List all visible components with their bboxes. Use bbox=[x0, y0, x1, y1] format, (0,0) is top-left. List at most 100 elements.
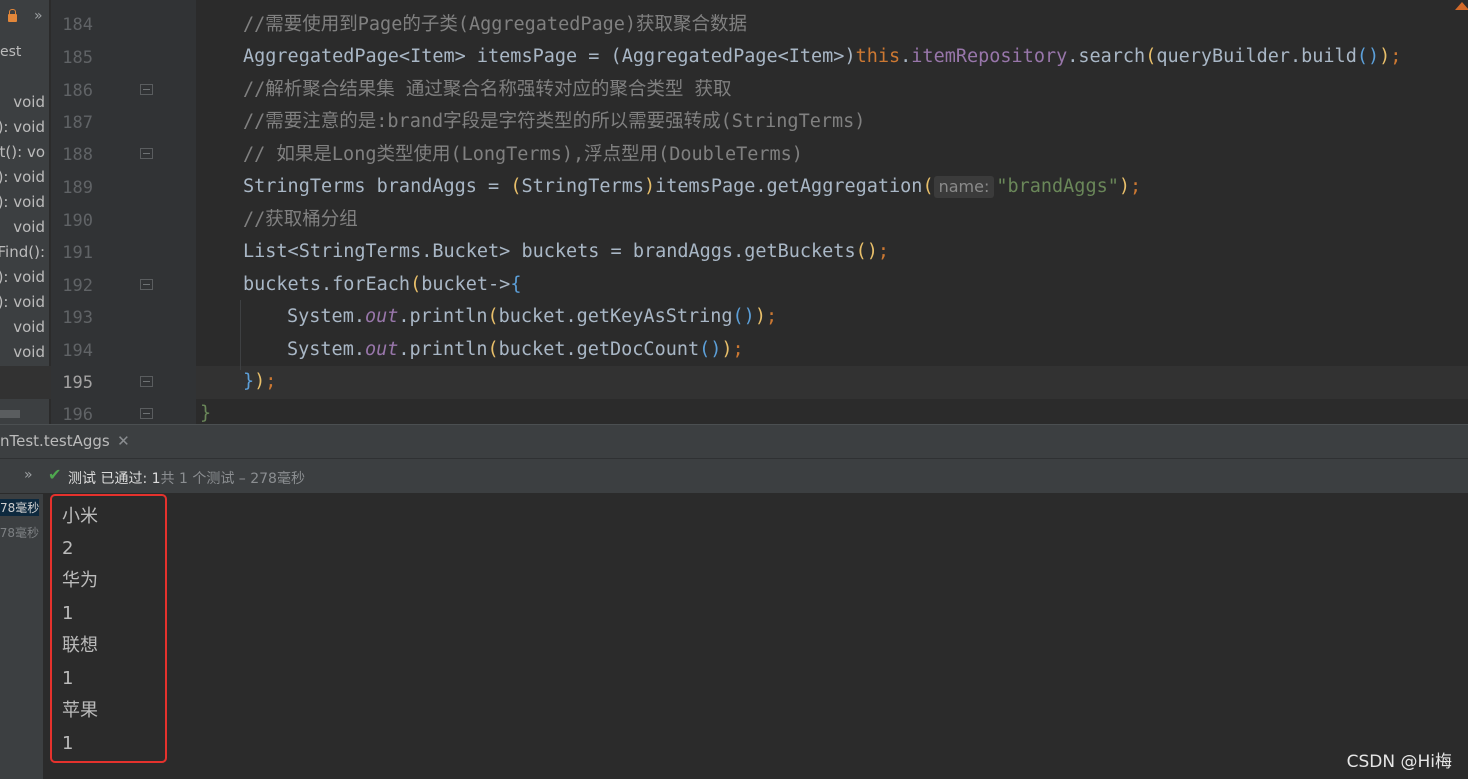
comment: //需要使用到Page的子类(AggregatedPage)获取聚合数据 bbox=[243, 14, 748, 35]
code-token: bucket.getDocCount bbox=[498, 339, 700, 360]
method-item[interactable]: (): void bbox=[0, 265, 45, 290]
line-number: 192 bbox=[62, 276, 93, 296]
method-item[interactable]: void bbox=[0, 340, 45, 365]
line-number: 196 bbox=[62, 405, 93, 425]
code-token: bucket.getKeyAsString bbox=[498, 306, 733, 327]
semicolon: ; bbox=[1130, 176, 1142, 197]
code-token: AggregatedPage<Item> itemsPage = (Aggreg… bbox=[243, 46, 856, 67]
code-token: List<StringTerms.Bucket> buckets = brand… bbox=[243, 241, 856, 262]
tab-run-config[interactable]: nTest.testAggs ✕ bbox=[0, 425, 136, 459]
test-status-bar: » ✔ 测试 已通过: 1共 1 个测试 – 278毫秒 bbox=[0, 458, 1468, 494]
paren-token: ) bbox=[1118, 176, 1131, 197]
code-token: StringTerms brandAggs = bbox=[243, 176, 511, 197]
code-token: StringTerms bbox=[521, 176, 644, 197]
console-line: 1 bbox=[62, 668, 74, 689]
paren-token: ( bbox=[510, 176, 522, 197]
tree-row[interactable]: 78毫秒 bbox=[0, 524, 39, 541]
code-line-190: //获取桶分组 bbox=[243, 208, 358, 232]
double-chevron-right-icon[interactable]: » bbox=[24, 467, 33, 483]
method-item[interactable]: (): void bbox=[0, 165, 45, 190]
static-field-token: out bbox=[364, 339, 399, 360]
code-line-186: //解析聚合结果集 通过聚合名称强转对应的聚合类型 获取 bbox=[243, 78, 732, 102]
console-line: 小米 bbox=[62, 506, 98, 527]
comment: //获取桶分组 bbox=[243, 209, 358, 230]
console-line: 联想 bbox=[62, 635, 98, 656]
brace-token: { bbox=[510, 274, 522, 295]
lock-icon bbox=[8, 9, 17, 22]
line-number: 184 bbox=[62, 15, 93, 35]
method-item[interactable]: .ist(): vo bbox=[0, 140, 45, 165]
method-item[interactable]: (): void bbox=[0, 290, 45, 315]
line-number-current: 195 bbox=[62, 373, 93, 393]
method-item[interactable]: (): void bbox=[0, 115, 45, 140]
fold-marker-icon[interactable] bbox=[140, 376, 153, 387]
paren-token: () bbox=[732, 306, 755, 327]
paren-token: ) bbox=[721, 339, 733, 360]
code-line-196: } bbox=[200, 402, 211, 424]
code-token: .search bbox=[1067, 46, 1146, 67]
code-token: . bbox=[900, 46, 912, 67]
indent-guide bbox=[240, 300, 241, 370]
fold-marker-icon[interactable] bbox=[140, 84, 153, 95]
method-item[interactable]: void bbox=[0, 315, 45, 340]
watermark: CSDN @Hi梅 bbox=[1346, 752, 1452, 772]
line-number-gutter[interactable]: 184 185 186 187 188 189 190 191 192 193 … bbox=[51, 0, 196, 425]
run-tab-bar: nTest.testAggs ✕ bbox=[0, 424, 1468, 458]
method-item[interactable]: void bbox=[0, 90, 45, 115]
test-status-passed: 测试 已通过: 1 bbox=[68, 471, 161, 487]
keyword-this: this bbox=[855, 46, 901, 67]
paren-token: ) bbox=[754, 306, 766, 327]
comment: // 如果是Long类型使用(LongTerms),浮点型用(DoubleTer… bbox=[243, 144, 803, 165]
structure-class-name[interactable]: est bbox=[0, 44, 21, 60]
field-token: itemRepository bbox=[911, 46, 1068, 67]
tree-row-selected[interactable]: 78毫秒 bbox=[0, 499, 39, 516]
code-token: .println bbox=[398, 339, 488, 360]
code-token: itemsPage.getAggregation bbox=[655, 176, 923, 197]
code-token: queryBuilder.build bbox=[1156, 46, 1357, 67]
brace-token: } bbox=[243, 371, 255, 392]
fold-marker-icon[interactable] bbox=[140, 408, 153, 419]
method-item[interactable]: void bbox=[0, 215, 45, 240]
code-editor[interactable]: //需要使用到Page的子类(AggregatedPage)获取聚合数据 Agg… bbox=[196, 0, 1468, 424]
line-number: 191 bbox=[62, 243, 93, 263]
double-chevron-right-icon[interactable]: » bbox=[34, 8, 43, 24]
horizontal-scrollbar[interactable] bbox=[0, 410, 20, 418]
test-results-tree: 78毫秒 78毫秒 bbox=[0, 494, 44, 779]
console-line: 2 bbox=[62, 538, 74, 559]
code-line-192: buckets.forEach(bucket->{ bbox=[243, 273, 521, 297]
code-line-184: //需要使用到Page的子类(AggregatedPage)获取聚合数据 bbox=[243, 13, 747, 37]
parameter-hint: name: bbox=[933, 176, 995, 198]
code-line-193: System.out.println(bucket.getKeyAsString… bbox=[287, 305, 777, 329]
semicolon: ; bbox=[265, 371, 277, 392]
static-field-token: out bbox=[364, 306, 399, 327]
console-line: 苹果 bbox=[62, 700, 98, 721]
paren-token: () bbox=[855, 241, 878, 262]
console-line: 1 bbox=[62, 603, 74, 624]
line-number: 186 bbox=[62, 81, 93, 101]
code-token: .println bbox=[398, 306, 488, 327]
close-icon[interactable]: ✕ bbox=[117, 425, 130, 458]
code-line-194: System.out.println(bucket.getDocCount())… bbox=[287, 338, 744, 362]
code-token: System. bbox=[287, 306, 365, 327]
fold-marker-icon[interactable] bbox=[140, 279, 153, 290]
method-item[interactable]: (): void bbox=[0, 190, 45, 215]
paren-token: ( bbox=[1145, 46, 1157, 67]
tab-run-label: nTest.testAggs bbox=[0, 432, 110, 450]
console-output[interactable]: 小米 2 华为 1 联想 1 苹果 1 CSDN @Hi梅 bbox=[45, 494, 1468, 779]
brace-token: } bbox=[200, 403, 212, 424]
structure-panel: » est void (): void .ist(): vo (): void … bbox=[0, 0, 50, 424]
fold-marker-icon[interactable] bbox=[140, 148, 153, 159]
paren-token: () bbox=[699, 339, 722, 360]
paren-token: ) bbox=[643, 176, 656, 197]
paren-token: ) bbox=[254, 371, 266, 392]
string-literal: "brandAggs" bbox=[996, 176, 1119, 197]
method-item[interactable]: nFind(): bbox=[0, 240, 45, 265]
code-line-189: StringTerms brandAggs = (StringTerms)ite… bbox=[243, 175, 1141, 199]
console-line: 1 bbox=[62, 733, 74, 754]
semicolon: ; bbox=[765, 306, 778, 327]
code-line-185: AggregatedPage<Item> itemsPage = (Aggreg… bbox=[243, 45, 1401, 69]
code-line-188: // 如果是Long类型使用(LongTerms),浮点型用(DoubleTer… bbox=[243, 143, 803, 167]
test-status-summary: 共 1 个测试 – 278毫秒 bbox=[160, 471, 305, 487]
paren-token: ( bbox=[487, 339, 499, 360]
semicolon: ; bbox=[877, 241, 890, 262]
